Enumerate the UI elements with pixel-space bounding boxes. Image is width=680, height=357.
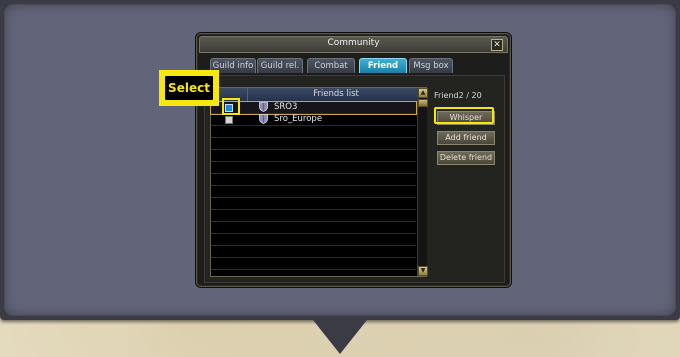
list-item[interactable]	[211, 174, 416, 186]
arrow-up-icon[interactable]: ▲	[418, 88, 428, 98]
select-callout-label: Select	[165, 76, 213, 100]
community-window: Community ✕ Guild info Guild rel. Combat…	[196, 33, 511, 287]
friends-list-rows: SRO3 Sro_Europe	[210, 101, 417, 276]
shield-icon	[259, 114, 268, 124]
tab-friend[interactable]: Friend	[359, 58, 407, 73]
list-item[interactable]	[211, 222, 416, 234]
friends-list-scrollbar[interactable]: ▲ ▼	[417, 88, 428, 276]
tab-msg-box[interactable]: Msg box	[409, 58, 453, 73]
list-item[interactable]	[211, 186, 416, 198]
scroll-thumb[interactable]	[418, 99, 428, 107]
list-item[interactable]	[211, 162, 416, 174]
friend-name: Sro_Europe	[274, 114, 323, 124]
close-button[interactable]: ✕	[491, 39, 503, 51]
tab-guild-rel[interactable]: Guild rel.	[257, 58, 303, 73]
tab-combat[interactable]: Combat	[307, 58, 355, 73]
select-checkbox[interactable]	[225, 116, 233, 124]
list-item[interactable]	[211, 210, 416, 222]
list-item[interactable]	[211, 150, 416, 162]
list-item[interactable]	[211, 246, 416, 258]
shield-icon	[259, 102, 268, 112]
list-item[interactable]	[211, 126, 416, 138]
friends-list-header: Friends list	[211, 88, 426, 102]
add-friend-button[interactable]: Add friend	[437, 131, 495, 145]
header-separator	[247, 88, 248, 101]
window-titlebar[interactable]: Community ✕	[199, 36, 508, 53]
friends-list: Friends list SRO3 Sro_Europe ▲ ▼	[210, 87, 428, 277]
flow-arrow-down-icon	[313, 320, 367, 354]
friend-name: SRO3	[274, 102, 298, 112]
list-item[interactable]	[211, 138, 416, 150]
select-highlight-box	[222, 98, 240, 115]
whisper-highlight-box	[434, 107, 494, 124]
delete-friend-button[interactable]: Delete friend	[437, 151, 495, 165]
list-item[interactable]	[211, 258, 416, 270]
arrow-down-icon[interactable]: ▼	[418, 266, 428, 276]
friends-list-title: Friends list	[313, 89, 359, 99]
list-item[interactable]	[211, 198, 416, 210]
select-callout: Select	[159, 70, 219, 106]
list-item[interactable]	[211, 234, 416, 246]
friend-count: Friend2 / 20	[434, 91, 482, 100]
window-title: Community	[327, 38, 380, 48]
friend-row-sro-europe[interactable]: Sro_Europe	[211, 114, 416, 126]
close-icon: ✕	[493, 40, 501, 50]
friend-row-sro3[interactable]: SRO3	[210, 101, 417, 115]
